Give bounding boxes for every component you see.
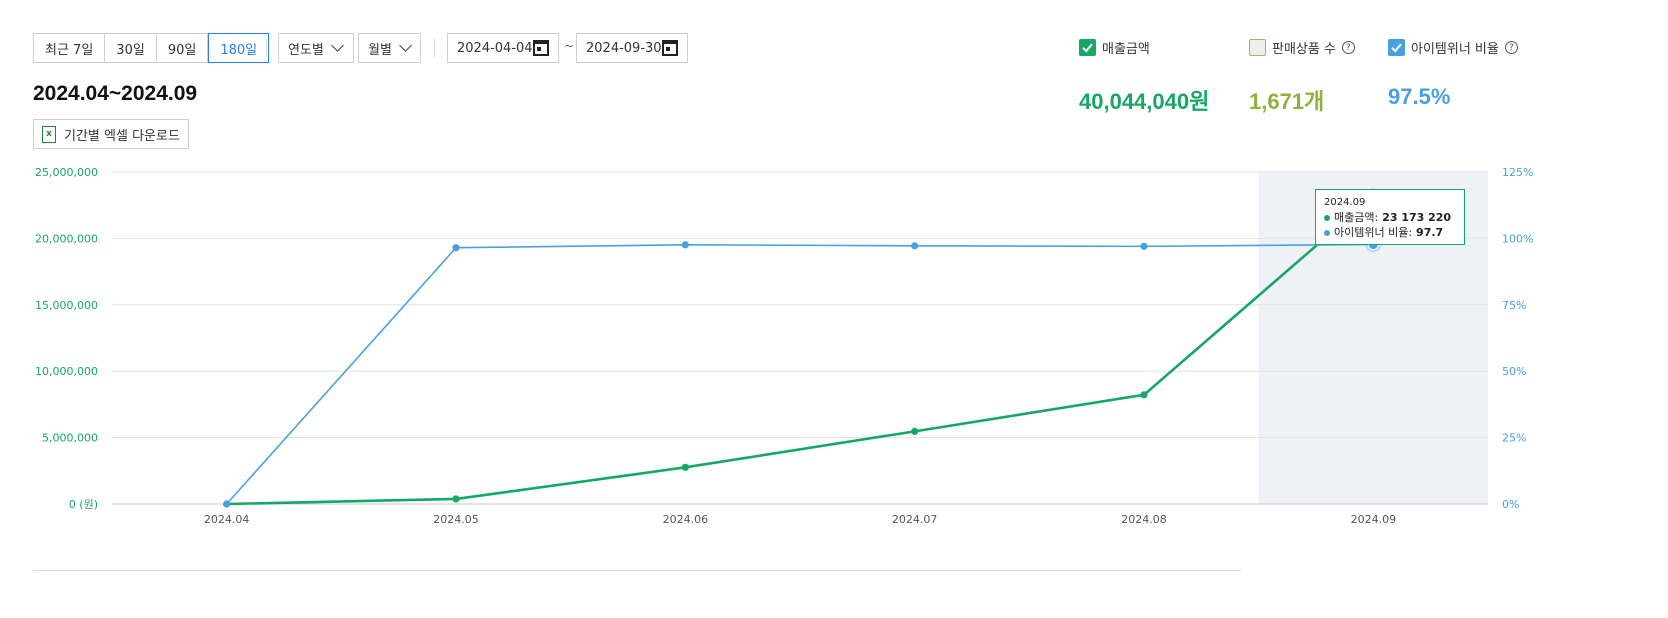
sales-dot-icon	[1324, 214, 1330, 221]
period-90days-button[interactable]: 90일	[156, 34, 209, 62]
x-tick-label: 2024.05	[433, 513, 479, 526]
y-left-tick-label: 20,000,000	[35, 232, 98, 245]
x-tick-label: 2024.09	[1351, 513, 1397, 526]
chart-tooltip: 2024.09 매출금액: 23 173 220 아이템위너 비율: 97.7	[1315, 189, 1465, 245]
metric-label-ratio: 아이템위너 비율	[1411, 42, 1499, 57]
series-line-sales	[226, 195, 1375, 506]
divider	[33, 570, 1241, 571]
excel-file-icon: x	[42, 125, 56, 143]
end-date-value: 2024-09-30	[586, 40, 662, 56]
tooltip-label-sales: 매출금액:	[1334, 211, 1379, 224]
x-tick-label: 2024.04	[204, 513, 250, 526]
checkbox-checked-icon[interactable]	[1388, 39, 1405, 56]
period-7days-button[interactable]: 최근 7일	[34, 34, 106, 62]
metric-toggle-products[interactable]: 판매상품 수 ?	[1249, 38, 1355, 57]
series-point-sales	[1140, 391, 1148, 399]
chevron-down-icon	[331, 39, 344, 52]
x-tick-label: 2024.08	[1121, 513, 1167, 526]
metric-value-products: 1,671개	[1249, 89, 1325, 114]
tooltip-value-sales: 23 173 220	[1382, 211, 1452, 224]
tooltip-value-ratio: 97.7	[1416, 226, 1444, 239]
series-point-sales	[681, 463, 689, 471]
x-tick-label: 2024.07	[892, 513, 938, 526]
metric-label-products: 판매상품 수	[1272, 42, 1336, 57]
tooltip-row-sales: 매출금액: 23 173 220	[1324, 210, 1456, 225]
period-title: 2024.04~2024.09	[33, 82, 198, 105]
yearly-select[interactable]: 연도별	[278, 33, 354, 63]
y-left-tick-label: 15,000,000	[35, 299, 98, 312]
metric-value-ratio: 97.5%	[1388, 84, 1451, 109]
series-point-ratio	[911, 242, 919, 250]
excel-download-button[interactable]: x 기간별 엑셀 다운로드	[33, 119, 189, 149]
series-point-ratio	[452, 244, 460, 252]
y-left-tick-label: 5,000,000	[42, 432, 98, 445]
series-point-ratio	[1140, 242, 1148, 250]
date-separator: ~	[564, 39, 575, 53]
metric-label-sales: 매출금액	[1102, 42, 1150, 57]
series-point-ratio	[223, 500, 231, 508]
metric-value-sales: 40,044,040원	[1079, 89, 1210, 114]
x-tick-label: 2024.06	[663, 513, 709, 526]
y-left-tick-label: 0 (원)	[69, 498, 98, 511]
end-date-field[interactable]: 2024-09-30	[576, 33, 688, 63]
period-180days-button[interactable]: 180일	[208, 33, 270, 63]
y-right-tick-label: 0%	[1502, 498, 1519, 511]
series-point-sales	[911, 427, 919, 435]
series-line-ratio	[226, 243, 1374, 505]
start-date-value: 2024-04-04	[457, 40, 533, 56]
y-right-tick-label: 125%	[1502, 166, 1533, 179]
start-date-field[interactable]: 2024-04-04	[447, 33, 559, 63]
divider	[434, 39, 435, 57]
tooltip-row-ratio: 아이템위너 비율: 97.7	[1324, 225, 1456, 240]
help-icon[interactable]: ?	[1341, 41, 1355, 54]
tooltip-date: 2024.09	[1324, 197, 1366, 208]
metric-toggle-sales[interactable]: 매출금액	[1079, 38, 1150, 57]
period-30days-button[interactable]: 30일	[105, 34, 157, 62]
metric-toggle-ratio[interactable]: 아이템위너 비율 ?	[1388, 38, 1518, 57]
checkbox-checked-icon[interactable]	[1079, 39, 1096, 56]
y-right-tick-label: 25%	[1502, 432, 1526, 445]
tooltip-label-ratio: 아이템위너 비율:	[1334, 226, 1413, 239]
divider	[266, 39, 267, 57]
ratio-dot-icon	[1324, 229, 1330, 236]
period-button-group: 최근 7일 30일 90일 180일	[33, 33, 270, 63]
series-point-sales	[452, 495, 460, 503]
checkbox-unchecked-icon[interactable]	[1249, 39, 1266, 56]
excel-download-label: 기간별 엑셀 다운로드	[64, 128, 180, 144]
yearly-select-label: 연도별	[288, 42, 324, 58]
y-right-tick-label: 100%	[1502, 232, 1533, 245]
series-point-ratio	[681, 241, 689, 249]
monthly-select[interactable]: 월별	[358, 33, 421, 63]
chevron-down-icon	[399, 39, 412, 52]
calendar-icon[interactable]	[533, 40, 549, 56]
monthly-select-label: 월별	[368, 42, 392, 58]
calendar-icon[interactable]	[662, 40, 678, 56]
help-icon[interactable]: ?	[1504, 41, 1518, 54]
y-right-tick-label: 50%	[1502, 365, 1526, 378]
y-left-tick-label: 10,000,000	[35, 365, 98, 378]
y-left-tick-label: 25,000,000	[35, 166, 98, 179]
y-right-tick-label: 75%	[1502, 299, 1526, 312]
